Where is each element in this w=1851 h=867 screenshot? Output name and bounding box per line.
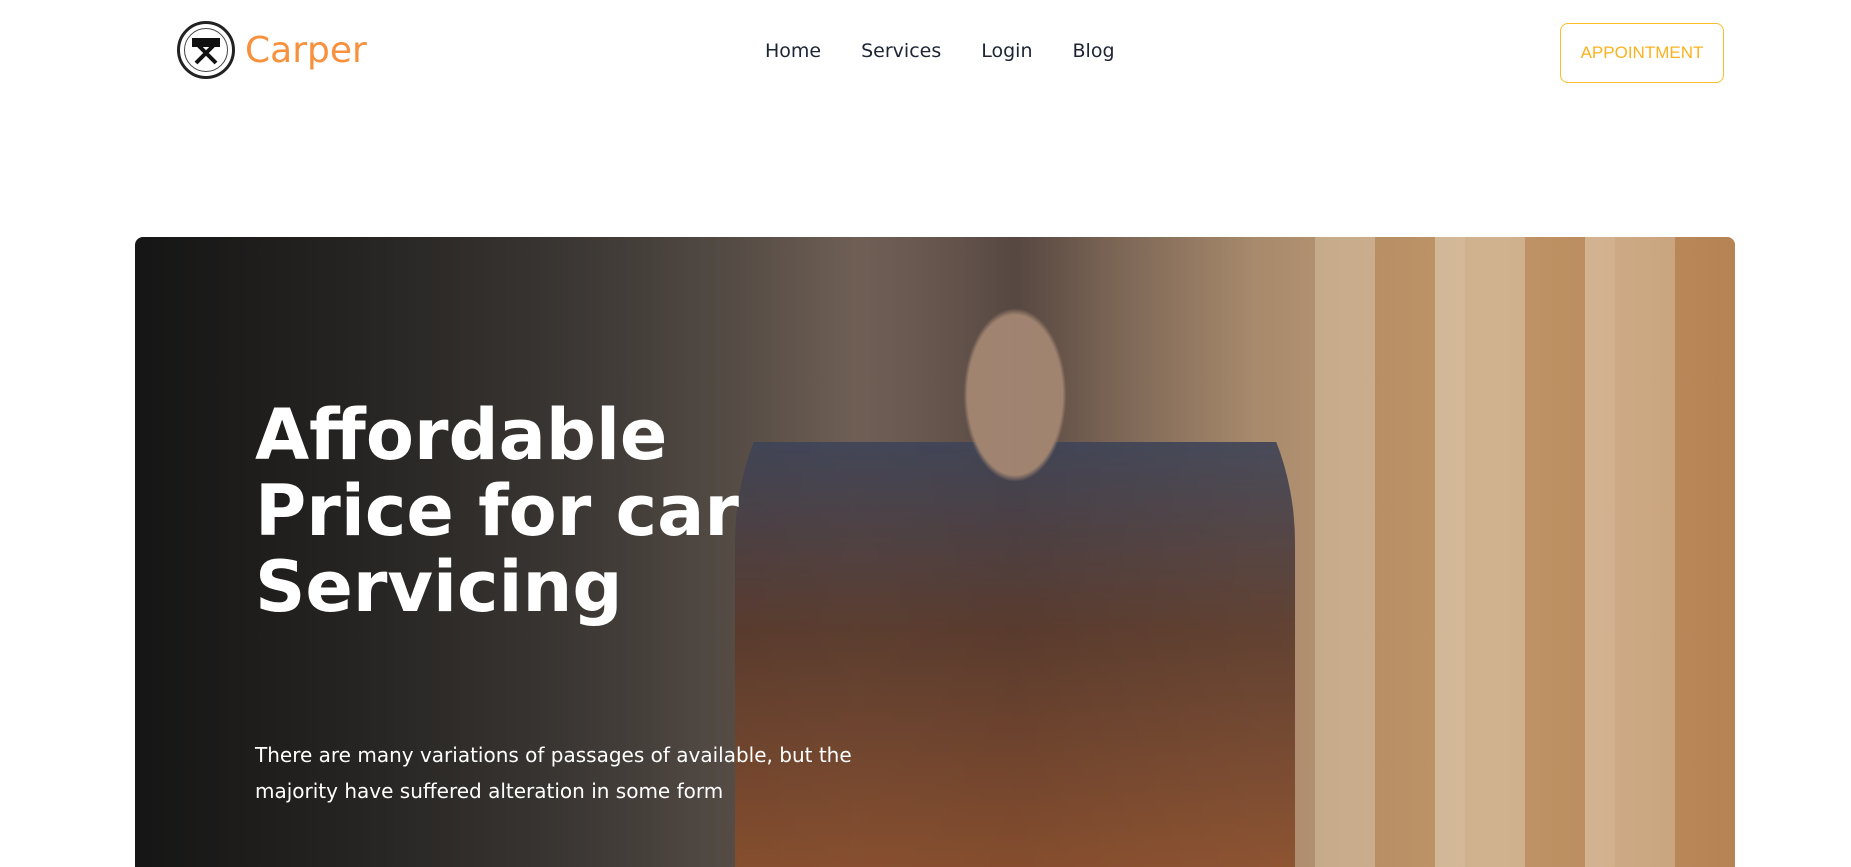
site-header: Carper Home Services Login Blog APPOINTM… <box>0 0 1851 110</box>
appointment-button[interactable]: APPOINTMENT <box>1560 23 1724 83</box>
brand-logo[interactable]: Carper <box>177 21 367 79</box>
main-nav: Home Services Login Blog <box>765 40 1115 62</box>
hero-title: Affordable Price for car Servicing <box>255 394 739 628</box>
nav-services[interactable]: Services <box>861 40 941 62</box>
hero-description: There are many variations of passages of… <box>255 743 852 803</box>
hammers-logo-icon <box>177 21 235 79</box>
nav-home[interactable]: Home <box>765 40 821 62</box>
hero-background-image <box>1315 237 1735 867</box>
brand-name: Carper <box>245 29 367 71</box>
nav-blog[interactable]: Blog <box>1073 40 1115 62</box>
nav-login[interactable]: Login <box>981 40 1032 62</box>
hero-banner: Affordable Price for car Servicing There… <box>135 237 1735 867</box>
